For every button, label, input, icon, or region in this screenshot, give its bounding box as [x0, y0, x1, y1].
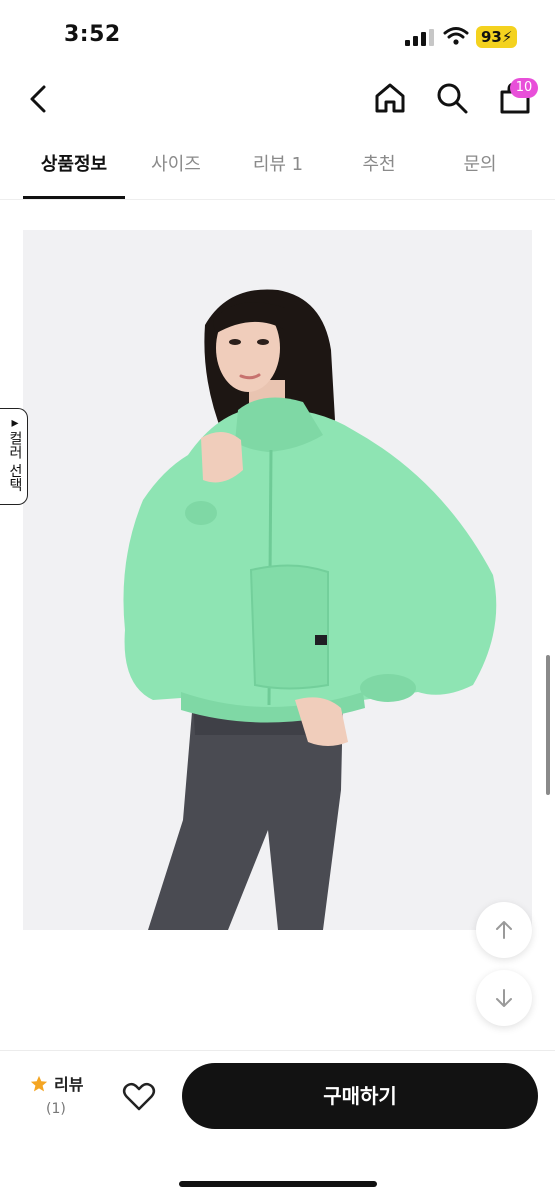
tab-product-info[interactable]: 상품정보: [23, 140, 125, 198]
star-icon: [30, 1075, 48, 1092]
review-label: 리뷰: [54, 1075, 84, 1094]
battery-indicator: 93⚡: [476, 26, 518, 48]
scroll-down-button[interactable]: [476, 970, 532, 1026]
product-photo-illustration: [23, 230, 532, 930]
scroll-up-button[interactable]: [476, 902, 532, 958]
heart-icon[interactable]: [122, 1081, 156, 1113]
arrow-up-icon: [496, 921, 512, 939]
nav-bar: [0, 70, 555, 130]
bottom-action-bar: 리뷰 (1) 구매하기: [0, 1050, 555, 1200]
tab-recommend[interactable]: 추천: [329, 140, 429, 198]
wifi-icon: [443, 27, 469, 45]
product-image: [23, 230, 532, 930]
home-indicator: [179, 1181, 377, 1187]
battery-level: 93: [481, 28, 502, 46]
buy-button[interactable]: 구매하기: [182, 1063, 538, 1129]
status-time: 3:52: [64, 22, 121, 47]
search-icon[interactable]: [434, 80, 470, 116]
scrollbar[interactable]: [546, 655, 550, 795]
home-icon[interactable]: [372, 80, 408, 116]
tab-size[interactable]: 사이즈: [125, 140, 227, 198]
cellular-signal-icon: [405, 29, 434, 46]
color-select-tab[interactable]: ▸컬러 선택: [0, 408, 28, 505]
tab-inquiry[interactable]: 문의: [429, 140, 531, 198]
charging-icon: ⚡: [501, 28, 513, 46]
color-select-label: ▸컬러 선택: [7, 415, 23, 492]
cart-count-badge: 10: [510, 78, 538, 98]
tab-review[interactable]: 리뷰 1: [227, 140, 329, 198]
active-tab-underline: [23, 196, 125, 199]
product-tabs: 상품정보 사이즈 리뷰 1 추천 문의: [0, 140, 555, 200]
review-count: (1): [46, 1101, 66, 1117]
status-bar: 3:52 93⚡: [0, 0, 555, 70]
arrow-down-icon: [496, 989, 512, 1007]
back-icon[interactable]: [22, 82, 56, 116]
